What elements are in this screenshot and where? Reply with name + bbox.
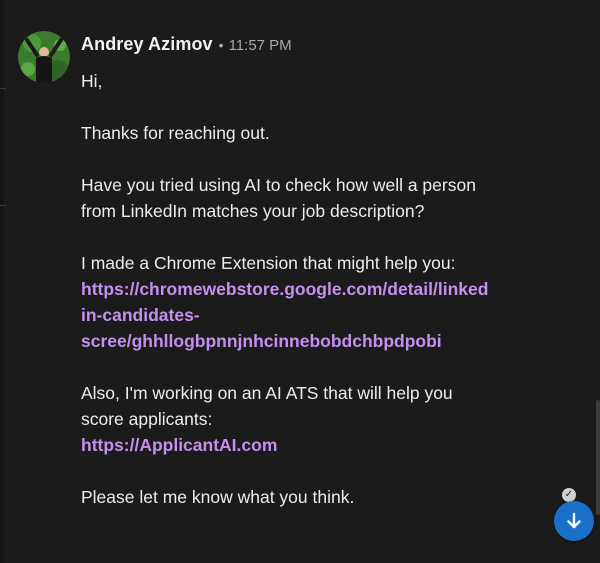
message-line: Have you tried using AI to check how wel… xyxy=(81,175,476,195)
sender-name[interactable]: Andrey Azimov xyxy=(81,34,213,55)
scrollbar[interactable] xyxy=(596,400,600,515)
timestamp: 11:57 PM xyxy=(228,37,292,54)
message-line: Also, I'm working on an AI ATS that will… xyxy=(81,383,453,403)
applicantai-link[interactable]: https://ApplicantAI.com xyxy=(81,432,526,458)
scroll-to-bottom-button[interactable] xyxy=(554,501,594,541)
arrow-down-icon xyxy=(567,512,581,529)
message-line: Hi, xyxy=(81,71,103,91)
left-edge xyxy=(0,0,4,563)
separator-dot: • xyxy=(218,37,224,53)
chrome-extension-link[interactable]: https://chromewebstore.google.com/detail… xyxy=(81,276,526,302)
message-line: Please let me know what you think. xyxy=(81,487,355,507)
edge-divider xyxy=(0,88,6,89)
chrome-extension-link[interactable]: in-candidates- xyxy=(81,302,526,328)
message-line: Thanks for reaching out. xyxy=(81,123,270,143)
message-line: I made a Chrome Extension that might hel… xyxy=(81,253,456,273)
chrome-extension-link[interactable]: scree/ghhllogbpnnjnhcinnebobdchbpdpobi xyxy=(81,328,526,354)
checkmark-icon: ✓ xyxy=(562,488,576,502)
message-header: Andrey Azimov • 11:57 PM xyxy=(81,34,292,56)
message-view: Andrey Azimov • 11:57 PM Hi, Thanks for … xyxy=(0,0,600,563)
person-avatar-icon xyxy=(18,31,70,83)
message-line: score applicants: xyxy=(81,409,213,429)
avatar[interactable] xyxy=(18,31,70,83)
edge-divider xyxy=(0,205,6,206)
message-line: from LinkedIn matches your job descripti… xyxy=(81,201,425,221)
message-body: Hi, Thanks for reaching out. Have you tr… xyxy=(81,68,526,510)
